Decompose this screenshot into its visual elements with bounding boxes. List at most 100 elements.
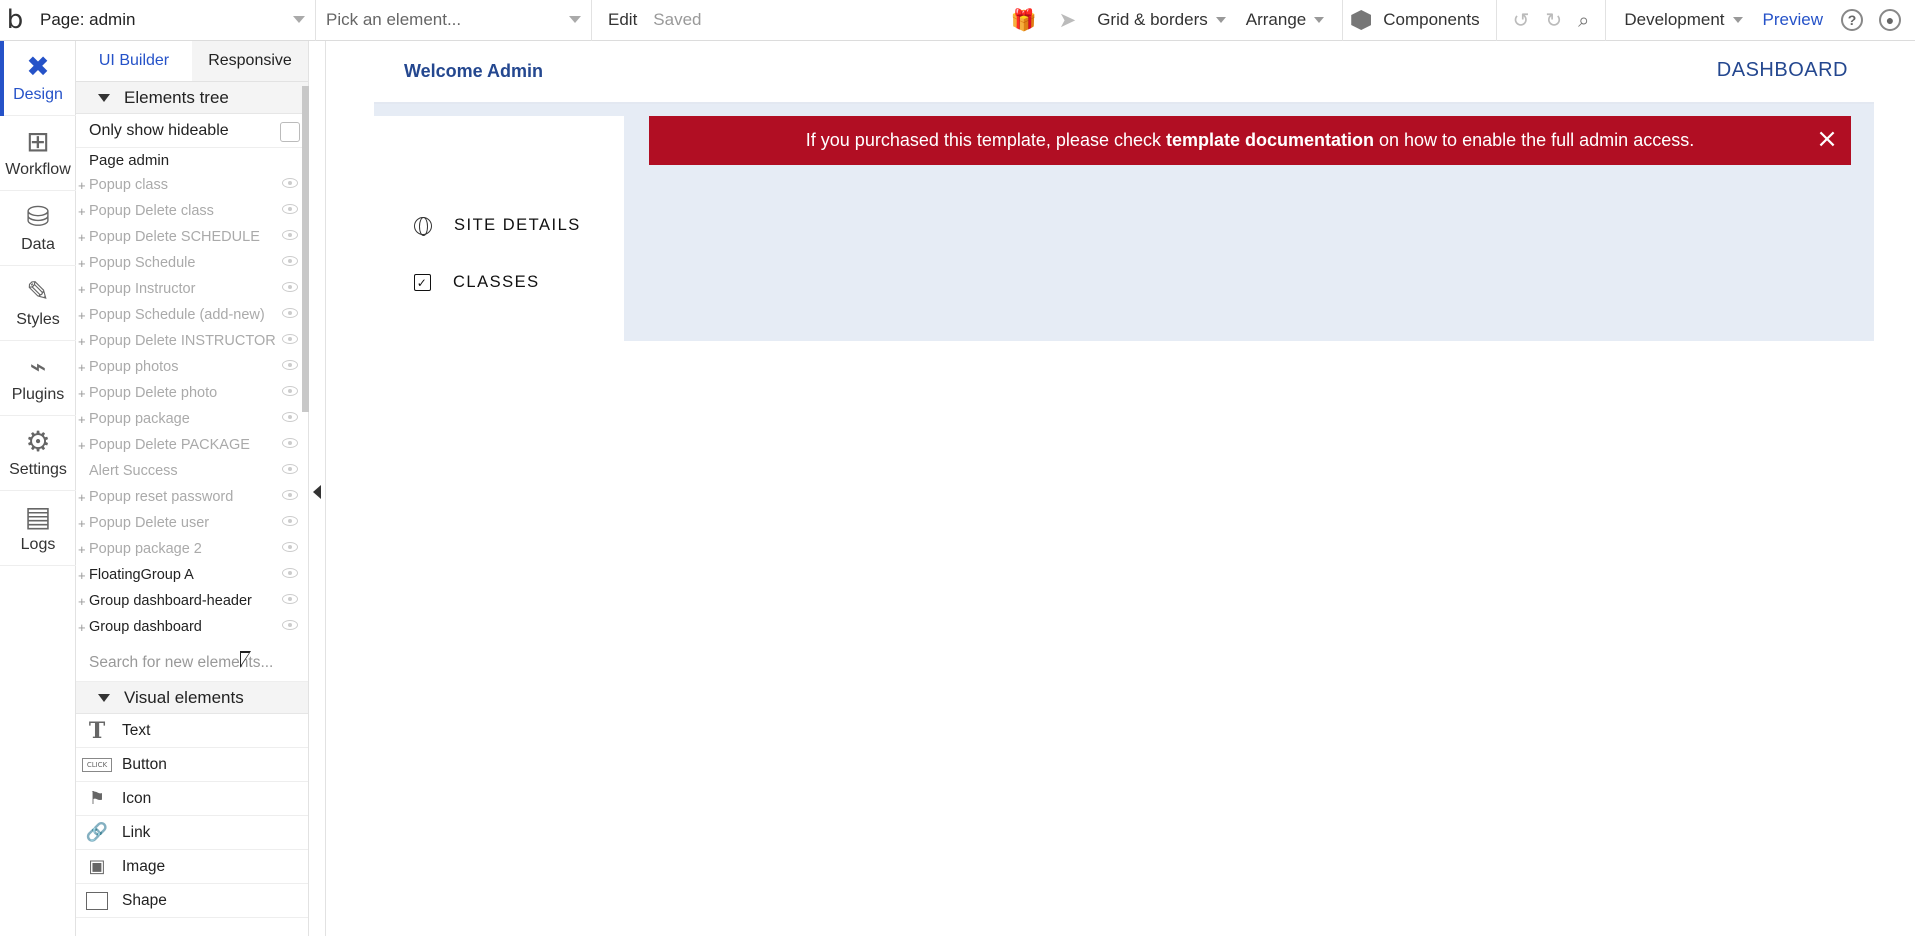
dashboard-group[interactable]: SITE DETAILS ✓ CLASSES If you purchased … bbox=[374, 104, 1874, 341]
eye-icon[interactable] bbox=[282, 412, 298, 422]
elements-tree-header[interactable]: Elements tree bbox=[76, 82, 308, 114]
welcome-text[interactable]: Welcome Admin bbox=[404, 61, 543, 82]
nav-settings[interactable]: ⚙ Settings bbox=[0, 416, 76, 491]
dashboard-title[interactable]: DASHBOARD bbox=[1717, 59, 1848, 82]
tree-root-page[interactable]: Page admin bbox=[76, 148, 308, 172]
eye-icon[interactable] bbox=[282, 438, 298, 448]
tree-item[interactable]: + Popup reset password bbox=[76, 484, 308, 510]
eye-icon[interactable] bbox=[282, 386, 298, 396]
nav-data[interactable]: ⛁ Data bbox=[0, 191, 76, 266]
eye-icon[interactable] bbox=[282, 620, 298, 630]
eye-icon[interactable] bbox=[282, 256, 298, 266]
tree-item[interactable]: + Popup Schedule bbox=[76, 250, 308, 276]
only-show-hideable-checkbox[interactable] bbox=[280, 122, 300, 142]
expand-plus-icon[interactable]: + bbox=[78, 230, 89, 245]
expand-plus-icon[interactable]: + bbox=[78, 178, 89, 193]
undo-icon[interactable]: ↺ bbox=[1513, 8, 1530, 32]
visual-elements-header[interactable]: Visual elements bbox=[76, 682, 308, 714]
tree-item[interactable]: + Popup Instructor bbox=[76, 276, 308, 302]
expand-plus-icon[interactable]: + bbox=[78, 334, 89, 349]
expand-plus-icon[interactable]: + bbox=[78, 620, 89, 635]
expand-plus-icon[interactable]: + bbox=[78, 256, 89, 271]
preview-button[interactable]: Preview bbox=[1763, 10, 1823, 30]
arrange-dropdown[interactable]: Arrange bbox=[1246, 10, 1325, 30]
dashboard-side-menu[interactable]: SITE DETAILS ✓ CLASSES bbox=[374, 116, 624, 341]
bubble-logo[interactable]: b bbox=[0, 0, 30, 41]
eye-icon[interactable] bbox=[282, 230, 298, 240]
user-avatar-icon[interactable]: ● bbox=[1879, 9, 1901, 31]
tree-item[interactable]: + Popup Delete photo bbox=[76, 380, 308, 406]
tree-item[interactable]: + Popup package bbox=[76, 406, 308, 432]
close-icon[interactable]: × bbox=[1815, 126, 1839, 152]
tab-ui-builder[interactable]: UI Builder bbox=[76, 41, 192, 81]
tree-item[interactable]: + Popup Delete user bbox=[76, 510, 308, 536]
expand-plus-icon[interactable]: + bbox=[78, 516, 89, 531]
eye-icon[interactable] bbox=[282, 308, 298, 318]
tree-item[interactable]: + Popup class bbox=[76, 172, 308, 198]
visual-element-text[interactable]: T Text bbox=[76, 714, 308, 748]
tree-item[interactable]: + Group dashboard-header bbox=[76, 588, 308, 614]
tree-item[interactable]: + Popup Delete SCHEDULE bbox=[76, 224, 308, 250]
gift-icon[interactable]: 🎁 bbox=[1010, 8, 1036, 33]
redo-icon[interactable]: ↻ bbox=[1545, 8, 1562, 32]
eye-icon[interactable] bbox=[282, 204, 298, 214]
expand-plus-icon[interactable]: + bbox=[78, 308, 89, 323]
nav-design[interactable]: ✖ Design bbox=[0, 41, 76, 116]
expand-plus-icon[interactable]: + bbox=[78, 412, 89, 427]
visual-element-shape[interactable]: Shape bbox=[76, 884, 308, 918]
page-select-dropdown[interactable]: Page: admin bbox=[30, 0, 316, 41]
element-picker-dropdown[interactable]: Pick an element... bbox=[316, 0, 592, 41]
dashboard-header[interactable]: Welcome Admin DASHBOARD bbox=[374, 41, 1874, 104]
eye-icon[interactable] bbox=[282, 568, 298, 578]
eye-icon[interactable] bbox=[282, 516, 298, 526]
visual-element-image[interactable]: ▣ Image bbox=[76, 850, 308, 884]
components-button[interactable]: Components bbox=[1351, 10, 1480, 30]
search-icon[interactable]: ⌕ bbox=[1578, 8, 1589, 32]
help-icon[interactable]: ? bbox=[1841, 9, 1863, 31]
nav-logs[interactable]: ▤ Logs bbox=[0, 491, 76, 566]
visual-element-button[interactable]: CLICK Button bbox=[76, 748, 308, 782]
tree-item[interactable]: + Popup Schedule (add-new) bbox=[76, 302, 308, 328]
expand-plus-icon[interactable]: + bbox=[78, 438, 89, 453]
eye-icon[interactable] bbox=[282, 282, 298, 292]
nav-styles[interactable]: ✎ Styles bbox=[0, 266, 76, 341]
tree-item[interactable]: + Popup Delete PACKAGE bbox=[76, 432, 308, 458]
nav-workflow[interactable]: ⊞ Workflow bbox=[0, 116, 76, 191]
expand-plus-icon[interactable]: + bbox=[78, 490, 89, 505]
panel-collapse-handle[interactable] bbox=[309, 41, 326, 936]
nav-plugins[interactable]: ⌁ Plugins bbox=[0, 341, 76, 416]
eye-icon[interactable] bbox=[282, 594, 298, 604]
environment-dropdown[interactable]: Development bbox=[1624, 10, 1743, 30]
tree-item[interactable]: + Group dashboard bbox=[76, 614, 308, 640]
tree-item[interactable]: + FloatingGroup A bbox=[76, 562, 308, 588]
expand-plus-icon[interactable]: + bbox=[78, 568, 89, 583]
expand-plus-icon[interactable]: + bbox=[78, 282, 89, 297]
visual-element-link[interactable]: 🔗 Link bbox=[76, 816, 308, 850]
panel-scrollbar[interactable] bbox=[302, 86, 309, 412]
eye-icon[interactable] bbox=[282, 464, 298, 474]
tree-item[interactable]: + Popup Delete INSTRUCTOR bbox=[76, 328, 308, 354]
tab-responsive[interactable]: Responsive bbox=[192, 41, 308, 81]
expand-plus-icon[interactable]: + bbox=[78, 204, 89, 219]
template-alert-banner[interactable]: If you purchased this template, please c… bbox=[649, 116, 1851, 165]
tree-item[interactable]: +Alert Success bbox=[76, 458, 308, 484]
expand-plus-icon[interactable]: + bbox=[78, 542, 89, 557]
visual-element-icon[interactable]: ⚑ Icon bbox=[76, 782, 308, 816]
expand-plus-icon[interactable]: + bbox=[78, 594, 89, 609]
menu-site-details[interactable]: SITE DETAILS bbox=[414, 216, 581, 236]
expand-plus-icon[interactable]: + bbox=[78, 386, 89, 401]
design-canvas[interactable]: Welcome Admin DASHBOARD SITE DETAILS ✓ C… bbox=[326, 41, 1915, 936]
tree-item[interactable]: + Popup package 2 bbox=[76, 536, 308, 562]
edit-button[interactable]: Edit bbox=[608, 10, 637, 30]
eye-icon[interactable] bbox=[282, 490, 298, 500]
eye-icon[interactable] bbox=[282, 178, 298, 188]
menu-classes[interactable]: ✓ CLASSES bbox=[414, 273, 540, 292]
expand-plus-icon[interactable]: + bbox=[78, 360, 89, 375]
tree-item[interactable]: + Popup Delete class bbox=[76, 198, 308, 224]
tree-item[interactable]: + Popup photos bbox=[76, 354, 308, 380]
grid-borders-dropdown[interactable]: Grid & borders bbox=[1097, 10, 1226, 30]
eye-icon[interactable] bbox=[282, 360, 298, 370]
search-new-elements-input[interactable]: Search for new elements... bbox=[76, 644, 308, 682]
expand-plus-icon[interactable]: + bbox=[78, 464, 89, 479]
eye-icon[interactable] bbox=[282, 542, 298, 552]
